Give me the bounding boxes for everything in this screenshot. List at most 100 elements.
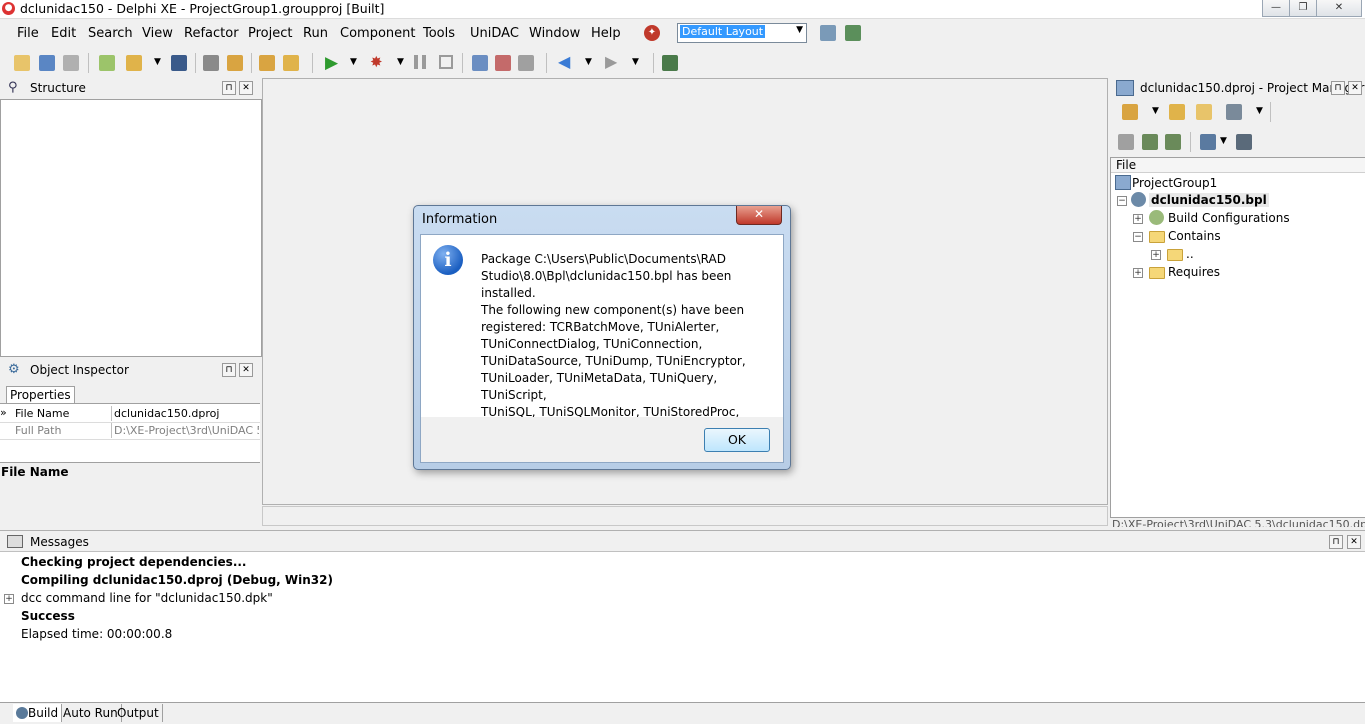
expand-icon[interactable]: + bbox=[1133, 214, 1143, 224]
table-row[interactable]: » File Name dclunidac150.dproj bbox=[0, 406, 260, 423]
add-new-project-icon[interactable] bbox=[1122, 104, 1138, 120]
menu-project[interactable]: Project bbox=[248, 26, 292, 41]
close-icon[interactable]: ✕ bbox=[1347, 535, 1361, 549]
list-item[interactable]: Compiling dclunidac150.dproj (Debug, Win… bbox=[21, 573, 333, 587]
close-icon[interactable]: ✕ bbox=[1348, 81, 1362, 95]
close-button[interactable]: ✕ bbox=[1316, 0, 1362, 17]
run-to-cursor-icon[interactable] bbox=[518, 55, 534, 71]
tree-item-project-group[interactable]: ProjectGroup1 bbox=[1132, 176, 1217, 190]
menu-component[interactable]: Component bbox=[340, 26, 415, 41]
new-project-icon[interactable] bbox=[99, 55, 115, 71]
tab-auto-run[interactable]: Auto Run bbox=[60, 704, 122, 722]
tree-item-requires[interactable]: Requires bbox=[1168, 265, 1220, 279]
chevron-down-icon[interactable]: ▼ bbox=[350, 57, 357, 67]
sync-icon[interactable] bbox=[1118, 134, 1134, 150]
tree-item-contains[interactable]: Contains bbox=[1168, 229, 1221, 243]
list-item[interactable]: Checking project dependencies... bbox=[21, 555, 247, 569]
chevron-down-icon[interactable]: ▼ bbox=[632, 57, 639, 67]
delphi-app-icon[interactable]: ● bbox=[2, 2, 15, 15]
pause-icon[interactable] bbox=[414, 55, 426, 69]
pin-icon[interactable]: ⊓ bbox=[222, 81, 236, 95]
column-file: File bbox=[1116, 158, 1137, 172]
close-icon[interactable]: ✕ bbox=[239, 363, 253, 377]
pin-icon[interactable]: ⊓ bbox=[222, 363, 236, 377]
menu-help[interactable]: Help bbox=[591, 26, 621, 41]
menu-edit[interactable]: Edit bbox=[51, 26, 76, 41]
menu-tools[interactable]: Tools bbox=[423, 26, 455, 41]
menu-run[interactable]: Run bbox=[303, 26, 328, 41]
reopen-icon[interactable] bbox=[63, 55, 79, 71]
stop-icon[interactable] bbox=[439, 55, 453, 69]
trace-into-icon[interactable] bbox=[472, 55, 488, 71]
view-unit-icon[interactable] bbox=[283, 55, 299, 71]
chevron-down-icon[interactable]: ▼ bbox=[1152, 106, 1159, 116]
build-icon[interactable] bbox=[1226, 104, 1242, 120]
project-tree[interactable]: File ProjectGroup1 − dclunidac150.bpl + … bbox=[1110, 157, 1365, 518]
tree-item-project[interactable]: dclunidac150.bpl bbox=[1149, 193, 1269, 207]
desktop-layout-select[interactable]: Default Layout ▼ bbox=[677, 23, 807, 43]
open-icon[interactable] bbox=[39, 55, 55, 71]
open-folder-icon[interactable] bbox=[1196, 104, 1212, 120]
structure-panel-header: ⚲ Structure ⊓ ✕ bbox=[0, 78, 262, 98]
forward-arrow-icon[interactable]: ▶ bbox=[605, 52, 617, 71]
collapse-icon[interactable]: − bbox=[1117, 196, 1127, 206]
title-bar[interactable]: ● dclunidac150 - Delphi XE - ProjectGrou… bbox=[0, 0, 1365, 19]
messages-list[interactable]: Checking project dependencies... Compili… bbox=[0, 551, 1365, 703]
menu-file[interactable]: File bbox=[17, 26, 39, 41]
build-all-icon[interactable] bbox=[1236, 134, 1252, 150]
tab-build[interactable]: Build bbox=[13, 704, 63, 722]
pin-icon[interactable]: ⊓ bbox=[1331, 81, 1345, 95]
help-icon[interactable]: ✦ bbox=[644, 25, 660, 41]
menu-window[interactable]: Window bbox=[529, 26, 580, 41]
dialog-close-button[interactable]: ✕ bbox=[736, 206, 782, 225]
chevron-down-icon[interactable]: ▼ bbox=[397, 57, 404, 67]
remove-from-project-icon[interactable] bbox=[259, 55, 275, 71]
run-without-debugging-icon[interactable]: ✸ bbox=[370, 53, 383, 71]
expand-icon[interactable]: + bbox=[4, 594, 14, 604]
property-value[interactable]: D:\XE-Project\3rd\UniDAC 5.3 bbox=[114, 424, 259, 437]
list-item[interactable]: Elapsed time: 00:00:00.8 bbox=[21, 627, 172, 641]
chevron-down-icon[interactable]: ▼ bbox=[585, 57, 592, 67]
help-book-icon[interactable] bbox=[662, 55, 678, 71]
expand-icon[interactable]: + bbox=[1151, 250, 1161, 260]
run-icon[interactable]: ▶ bbox=[325, 53, 338, 73]
set-debug-desktop-icon[interactable] bbox=[845, 25, 861, 41]
save-icon[interactable] bbox=[171, 55, 187, 71]
back-arrow-icon[interactable]: ◀ bbox=[558, 52, 570, 71]
tab-properties[interactable]: Properties bbox=[6, 386, 75, 403]
view-options-icon[interactable] bbox=[1200, 134, 1216, 150]
ok-button[interactable]: OK bbox=[704, 428, 770, 452]
save-all-icon[interactable] bbox=[203, 55, 219, 71]
tab-output[interactable]: Output bbox=[114, 704, 163, 722]
chevron-down-icon[interactable]: ▼ bbox=[1220, 136, 1227, 146]
tree-item-contains-child[interactable]: .. bbox=[1186, 247, 1194, 261]
add-existing-project-icon[interactable] bbox=[1169, 104, 1185, 120]
expand-icon[interactable]: + bbox=[1133, 268, 1143, 278]
list-item[interactable]: Success bbox=[21, 609, 75, 623]
tree-column-header[interactable]: File bbox=[1111, 158, 1365, 173]
collapse-icon[interactable]: − bbox=[1133, 232, 1143, 242]
step-over-icon[interactable] bbox=[495, 55, 511, 71]
toolbar-separator bbox=[653, 53, 654, 73]
close-icon[interactable]: ✕ bbox=[239, 81, 253, 95]
tree-item-build-configurations[interactable]: Build Configurations bbox=[1168, 211, 1290, 225]
chevron-down-icon[interactable]: ▼ bbox=[1256, 106, 1263, 116]
collapse-icon[interactable] bbox=[1165, 134, 1181, 150]
pin-icon[interactable]: ⊓ bbox=[1329, 535, 1343, 549]
menu-search[interactable]: Search bbox=[88, 26, 133, 41]
minimize-button[interactable]: — bbox=[1262, 0, 1290, 17]
list-item[interactable]: dcc command line for "dclunidac150.dpk" bbox=[21, 591, 273, 605]
open-project-icon[interactable] bbox=[126, 55, 142, 71]
menu-view[interactable]: View bbox=[142, 26, 173, 41]
expand-icon[interactable] bbox=[1142, 134, 1158, 150]
menu-unidac[interactable]: UniDAC bbox=[470, 26, 519, 41]
chevron-down-icon[interactable]: ▼ bbox=[154, 57, 161, 67]
table-row[interactable]: Full Path D:\XE-Project\3rd\UniDAC 5.3 bbox=[0, 423, 260, 440]
save-desktop-icon[interactable] bbox=[820, 25, 836, 41]
new-items-icon[interactable] bbox=[14, 55, 30, 71]
maximize-button[interactable]: ❐ bbox=[1289, 0, 1317, 17]
add-to-project-icon[interactable] bbox=[227, 55, 243, 71]
property-value[interactable]: dclunidac150.dproj bbox=[114, 407, 219, 420]
structure-view[interactable] bbox=[0, 99, 262, 357]
menu-refactor[interactable]: Refactor bbox=[184, 26, 239, 41]
